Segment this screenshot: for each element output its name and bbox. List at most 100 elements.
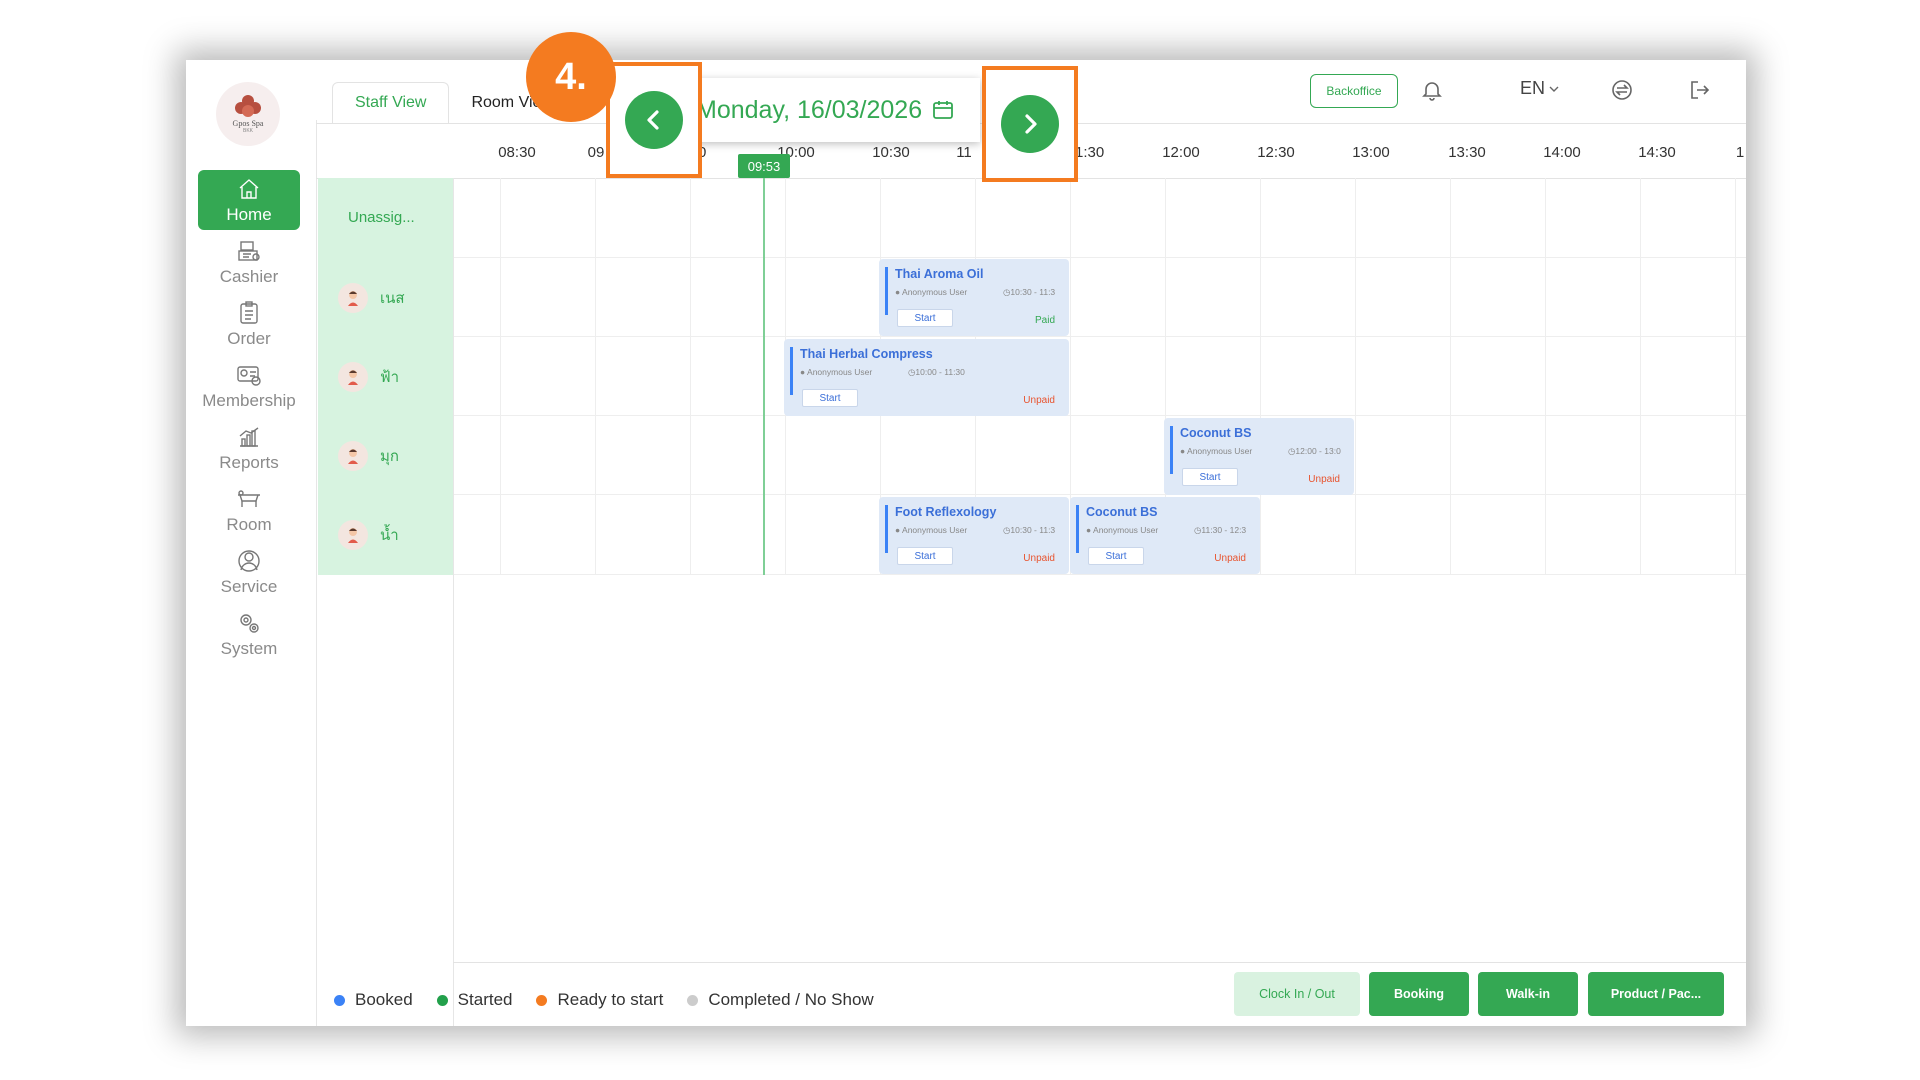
clock-in-out-button[interactable]: Clock In / Out	[1234, 972, 1360, 1016]
staff-name: Unassig...	[348, 209, 415, 226]
sidebar-item-home[interactable]: Home	[198, 170, 300, 230]
start-button[interactable]: Start	[802, 389, 858, 407]
time-range: 10:30 - 11:3	[1010, 525, 1056, 535]
appointment-card[interactable]: Coconut BS ● Anonymous User ◷12:00 - 13:…	[1164, 418, 1354, 495]
appointment-title: Thai Herbal Compress	[800, 347, 933, 361]
appointment-card[interactable]: Foot Reflexology ● Anonymous User ◷10:30…	[879, 497, 1069, 574]
appointment-title: Foot Reflexology	[895, 505, 997, 519]
brand-sub: BKK	[242, 127, 253, 134]
time-label: 1	[1735, 144, 1745, 161]
staff-row[interactable]: ฟ้า	[318, 337, 453, 416]
start-button[interactable]: Start	[1182, 468, 1238, 486]
time-label: 12:30	[1257, 144, 1295, 161]
sidebar-item-cashier[interactable]: Cashier	[198, 232, 300, 292]
sidebar-divider	[316, 120, 317, 1026]
start-button[interactable]: Start	[897, 309, 953, 327]
sidebar-item-system[interactable]: System	[198, 604, 300, 664]
appointment-user: ● Anonymous User	[1180, 446, 1253, 456]
staff-row-unassigned[interactable]: Unassig...	[318, 178, 453, 257]
sidebar-item-membership[interactable]: Membership	[198, 356, 300, 416]
grid-line	[1260, 178, 1261, 575]
completed-dot	[687, 994, 699, 1006]
booked-dot	[334, 994, 345, 1006]
time-label: 10:30	[872, 144, 910, 161]
sync-icon[interactable]	[1608, 76, 1636, 104]
sidebar-item-reports[interactable]: Reports	[198, 418, 300, 478]
sidebar: Gpos Spa BKK Home Cashier Order Membersh…	[186, 60, 316, 1026]
current-time-badge: 09:53	[738, 154, 790, 178]
time-label: 14:00	[1543, 144, 1581, 161]
grid-line	[595, 178, 596, 575]
sidebar-item-label: Cashier	[219, 266, 279, 286]
staff-name: ฟ้า	[380, 368, 400, 386]
tab-staff-view[interactable]: Staff View	[332, 82, 450, 124]
backoffice-button[interactable]: Backoffice	[1310, 74, 1398, 108]
sidebar-item-service[interactable]: Service	[198, 542, 300, 602]
sidebar-item-label: System	[220, 638, 278, 658]
status-bar	[790, 347, 793, 395]
appointment-user: ● Anonymous User	[895, 525, 968, 535]
grid-bottom-border	[453, 962, 1746, 963]
staff-row[interactable]: เนส	[318, 258, 453, 337]
booking-button[interactable]: Booking	[1369, 972, 1469, 1016]
logout-icon[interactable]	[1686, 76, 1714, 104]
date-display[interactable]: Monday, 16/03/2026	[688, 78, 980, 142]
schedule-grid[interactable]	[453, 178, 1746, 1026]
grid-line	[1735, 178, 1736, 575]
current-date: Monday, 16/03/2026	[696, 95, 923, 124]
staff-row[interactable]: น้ำ	[318, 495, 453, 574]
time-range: 12:00 - 13:0	[1295, 446, 1341, 456]
time-range: 10:00 - 11:30	[915, 367, 965, 377]
user-name: Anonymous User	[902, 287, 968, 297]
time-label: 13:00	[1352, 144, 1390, 161]
payment-status: Paid	[1034, 315, 1055, 326]
walk-in-button[interactable]: Walk-in	[1478, 972, 1578, 1016]
status-bar	[885, 267, 888, 315]
appointment-card[interactable]: Thai Aroma Oil ● Anonymous User ◷10:30 -…	[879, 259, 1069, 336]
grid-line	[1545, 178, 1546, 575]
appointment-card[interactable]: Coconut BS ● Anonymous User ◷11:30 - 12:…	[1070, 497, 1260, 574]
grid-line	[1450, 178, 1451, 575]
bell-icon[interactable]	[1418, 76, 1446, 104]
user-name: Anonymous User	[807, 367, 873, 377]
grid-line	[500, 178, 501, 575]
grid-line	[454, 415, 1746, 416]
language-label: EN	[1520, 78, 1546, 98]
sidebar-item-label: Home	[226, 204, 272, 224]
legend-label: Started	[457, 990, 513, 1009]
staff-column: Unassig... เนส ฟ้า มุก น้ำ	[318, 178, 453, 575]
prev-day-highlight	[606, 62, 702, 178]
sidebar-item-order[interactable]: Order	[198, 294, 300, 354]
sidebar-item-label: Membership	[202, 390, 296, 410]
avatar	[338, 361, 368, 392]
appointment-title: Coconut BS	[1180, 426, 1252, 440]
prev-day-button[interactable]	[625, 91, 683, 149]
appointment-card[interactable]: Thai Herbal Compress ● Anonymous User ◷1…	[784, 339, 1069, 416]
product-package-button[interactable]: Product / Pac...	[1588, 972, 1724, 1016]
flower-icon	[235, 94, 261, 117]
avatar	[338, 519, 368, 550]
sidebar-item-room[interactable]: Room	[198, 480, 300, 540]
staff-row[interactable]: มุก	[318, 416, 453, 495]
legend-item: Booked	[334, 990, 413, 1010]
payment-status: Unpaid	[1023, 395, 1055, 406]
appointment-time: ◷12:00 - 13:0	[1288, 446, 1341, 456]
app-window: Gpos Spa BKK Home Cashier Order Membersh…	[186, 60, 1746, 1026]
payment-status: Unpaid	[1023, 553, 1055, 564]
next-day-button[interactable]	[1001, 95, 1059, 153]
grid-line	[1355, 178, 1356, 575]
appointment-time: ◷10:30 - 11:3	[1003, 525, 1056, 535]
service-icon	[235, 548, 263, 574]
appointment-user: ● Anonymous User	[1086, 525, 1159, 535]
language-selector[interactable]: EN	[1520, 78, 1559, 99]
calendar-icon[interactable]	[932, 99, 954, 121]
order-icon	[235, 300, 263, 326]
status-bar	[1170, 426, 1173, 474]
system-icon	[235, 610, 263, 636]
brand-logo: Gpos Spa BKK	[216, 82, 280, 146]
time-range: 11:30 - 12:3	[1201, 525, 1247, 535]
time-label: 12:00	[1162, 144, 1200, 161]
grid-line	[454, 257, 1746, 258]
start-button[interactable]: Start	[1088, 547, 1144, 565]
start-button[interactable]: Start	[897, 547, 953, 565]
